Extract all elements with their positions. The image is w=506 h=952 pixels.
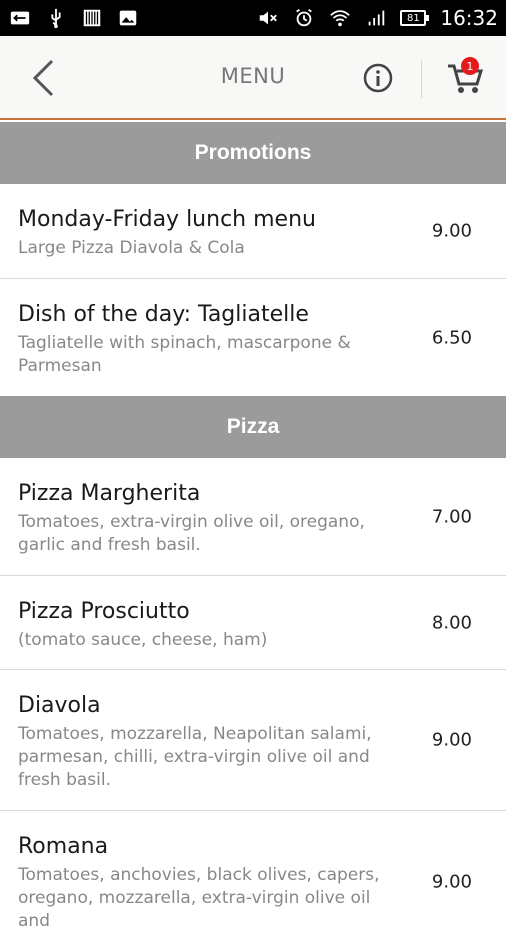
- usb-icon: [44, 6, 68, 30]
- mute-icon: [256, 6, 280, 30]
- app-bar: MENU 1: [0, 36, 506, 120]
- signal-icon: [364, 6, 388, 30]
- item-price: 9.00: [431, 220, 472, 242]
- list-item[interactable]: Monday-Friday lunch menu Large Pizza Dia…: [0, 184, 506, 279]
- wifi-icon: [328, 6, 352, 30]
- item-price: 7.00: [431, 506, 472, 527]
- image-icon: [116, 6, 140, 30]
- section-header-promotions: Promotions: [0, 122, 506, 184]
- item-description: Large Pizza Diavola & Cola: [18, 238, 245, 258]
- item-name: Pizza Margherita: [18, 481, 201, 506]
- item-name: Monday-Friday lunch menu: [18, 207, 316, 232]
- item-name: Pizza Prosciutto: [18, 599, 190, 624]
- appbar-divider: [421, 60, 422, 98]
- status-bar: 81 16:32: [0, 0, 506, 36]
- status-left-icons: [8, 6, 140, 30]
- list-item[interactable]: Pizza Prosciutto (tomato sauce, cheese, …: [0, 576, 506, 670]
- item-price: 9.00: [431, 871, 472, 892]
- item-description: Tomatoes, extra-virgin olive oil, oregan…: [18, 512, 365, 555]
- list-item[interactable]: Romana Tomatoes, anchovies, black olives…: [0, 811, 506, 952]
- page-title: MENU: [220, 64, 286, 88]
- item-name: Dish of the day: Tagliatelle: [18, 302, 309, 327]
- status-time: 16:32: [440, 6, 498, 30]
- info-button[interactable]: [362, 62, 394, 94]
- item-name: Romana: [18, 834, 109, 859]
- list-item[interactable]: Dish of the day: Tagliatelle Tagliatelle…: [0, 279, 506, 396]
- item-price: 8.00: [431, 612, 472, 633]
- cart-count-badge: 1: [461, 57, 479, 75]
- status-right-icons: 81 16:32: [256, 6, 498, 30]
- list-item[interactable]: Pizza Margherita Tomatoes, extra-virgin …: [0, 458, 506, 576]
- barcode-icon: [80, 6, 104, 30]
- item-name: Diavola: [18, 693, 101, 718]
- list-item[interactable]: Diavola Tomatoes, mozzarella, Neapolitan…: [0, 670, 506, 811]
- item-description: Tagliatelle with spinach, mascarpone & P…: [18, 333, 351, 376]
- alarm-icon: [292, 6, 316, 30]
- battery-icon: 81: [400, 10, 430, 26]
- item-description: Tomatoes, mozzarella, Neapolitan salami,…: [18, 724, 372, 790]
- item-description: (tomato sauce, cheese, ham): [18, 630, 268, 650]
- item-description: Tomatoes, anchovies, black olives, caper…: [18, 865, 380, 931]
- item-price: 6.50: [431, 327, 472, 348]
- menu-list: Promotions Monday-Friday lunch menu Larg…: [0, 122, 506, 952]
- keyboard-icon: [8, 6, 32, 30]
- item-price: 9.00: [431, 729, 472, 751]
- section-header-pizza: Pizza: [0, 396, 506, 458]
- info-icon: [363, 63, 393, 93]
